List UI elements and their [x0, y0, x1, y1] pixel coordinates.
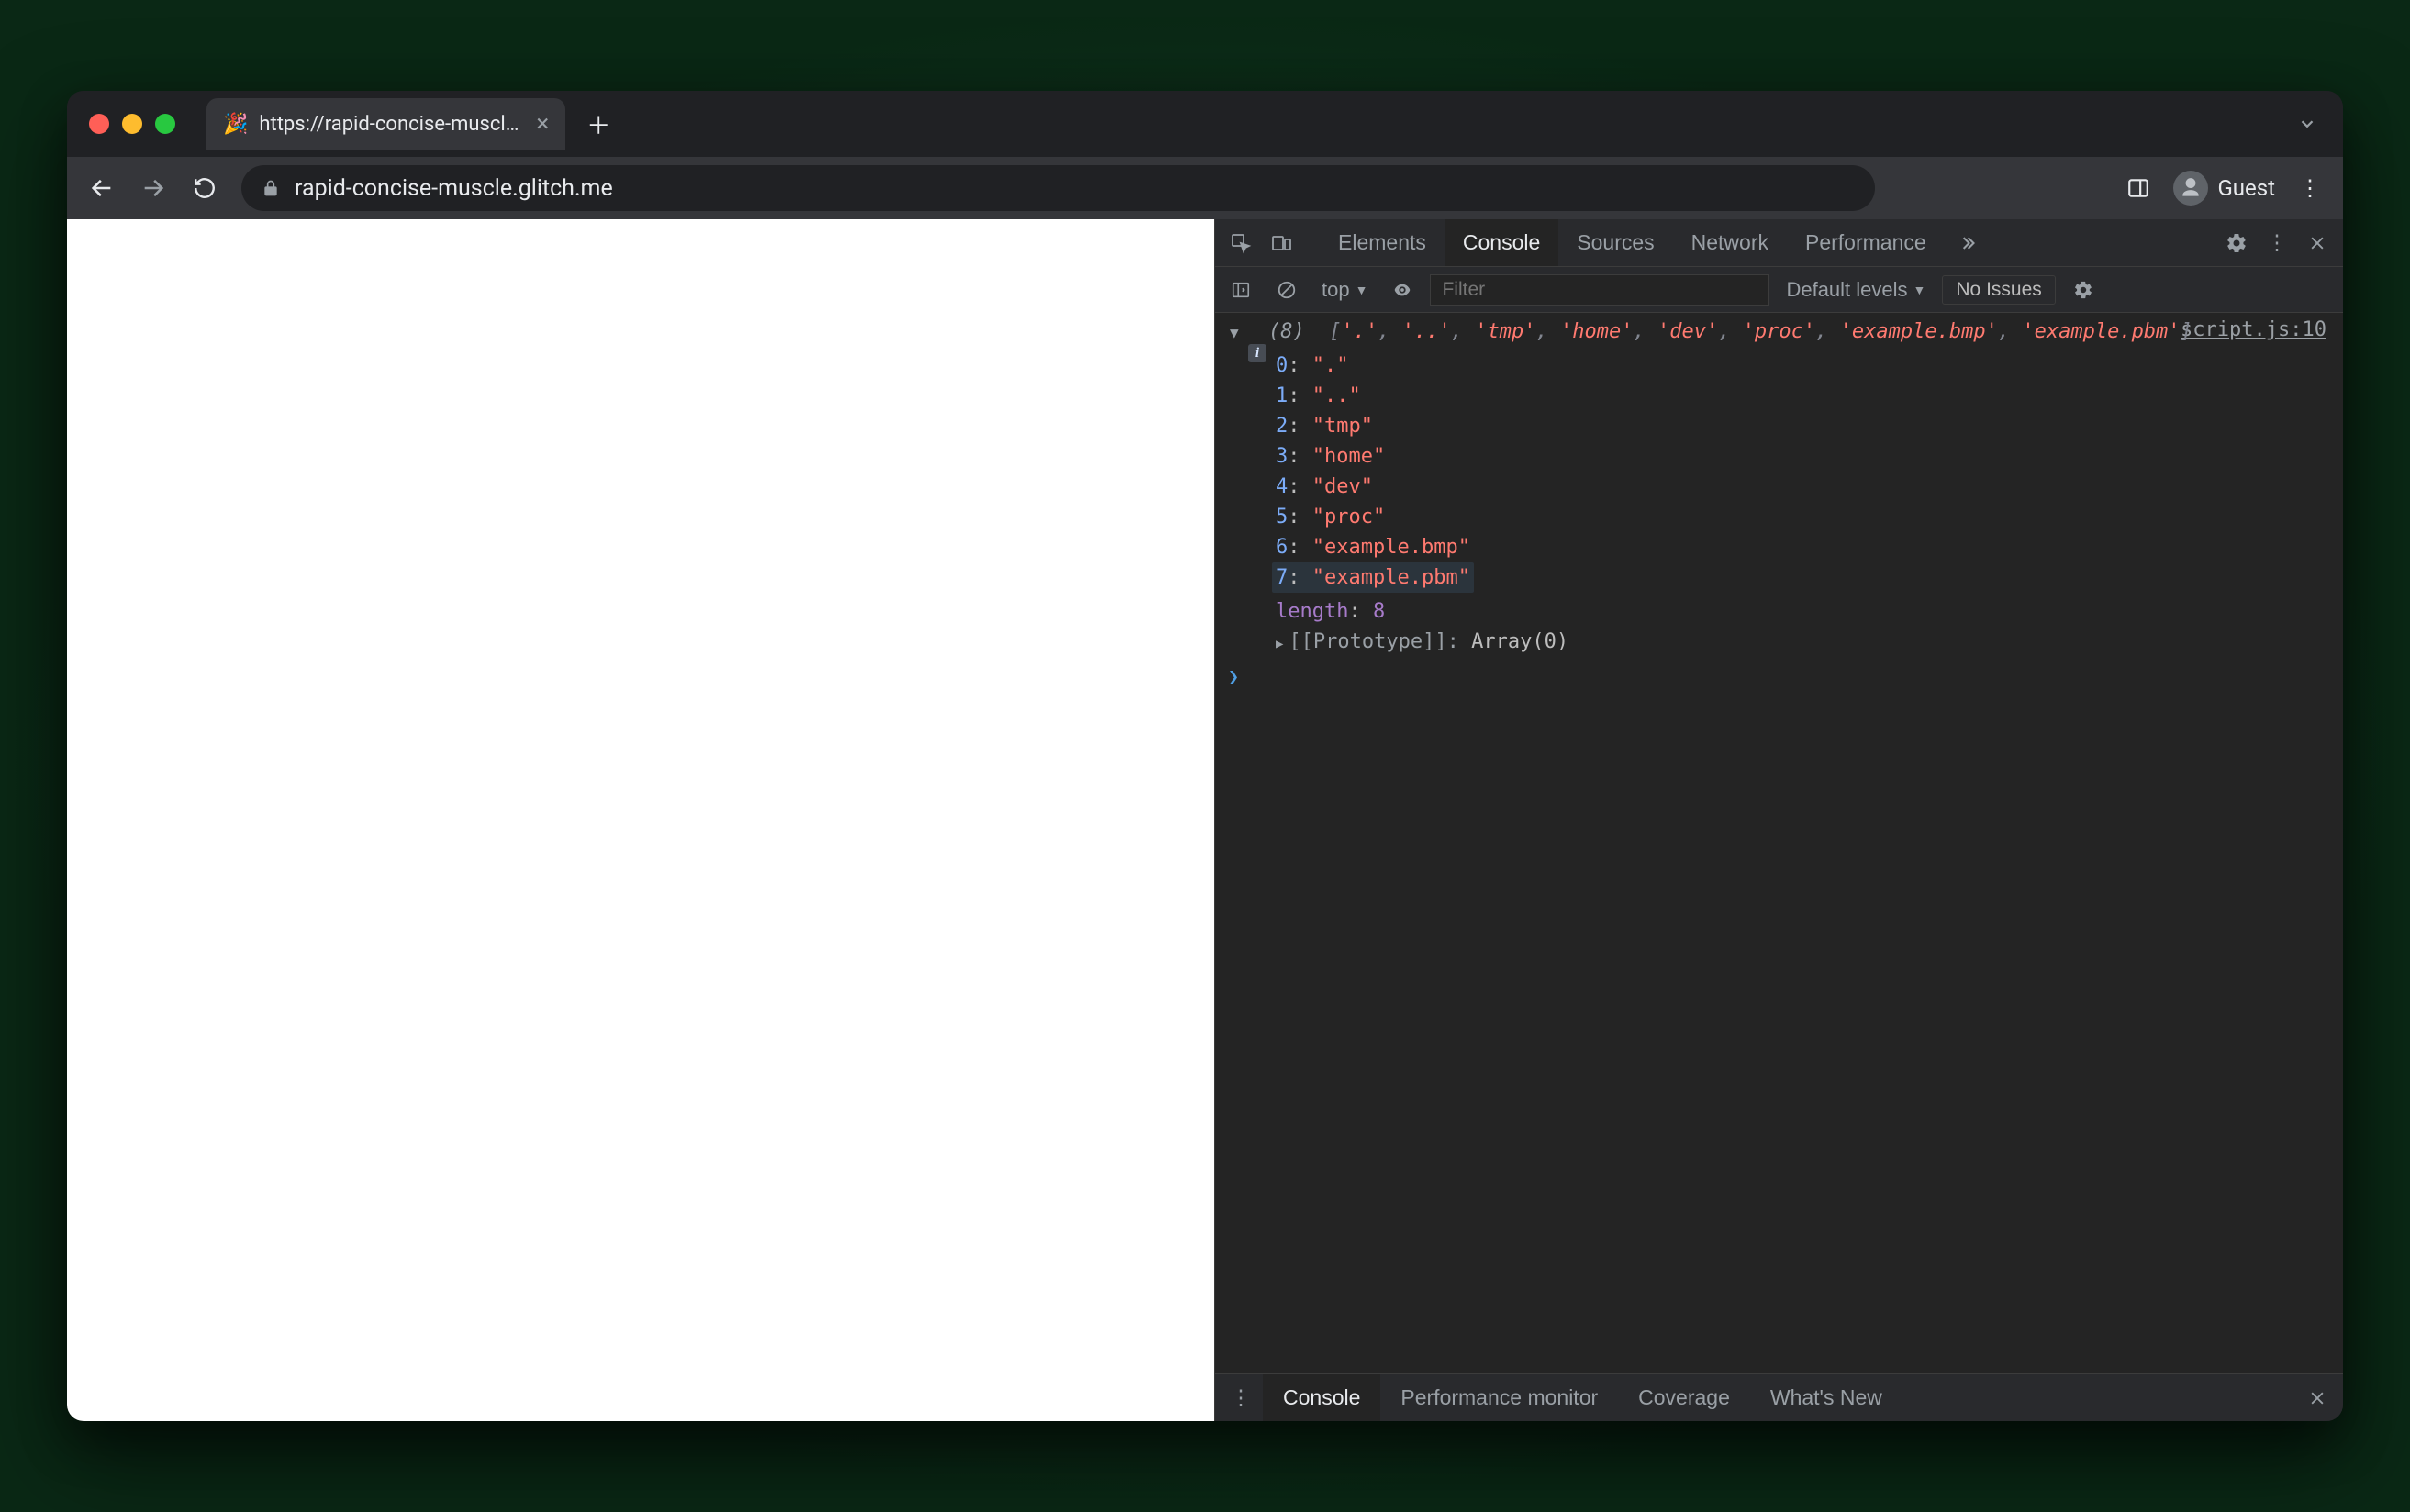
- drawer-tab-coverage[interactable]: Coverage: [1618, 1374, 1750, 1421]
- array-item-row[interactable]: 5: "proc": [1276, 502, 2330, 532]
- console-toolbar: top ▼ Default levels ▼ No Issues: [1215, 267, 2343, 313]
- device-toolbar-button[interactable]: [1263, 225, 1300, 261]
- console-filter-input[interactable]: [1430, 274, 1769, 306]
- console-settings-button[interactable]: [2065, 272, 2102, 308]
- array-preview-item: 'dev': [1657, 320, 1718, 343]
- devtools-tab-performance[interactable]: Performance: [1787, 219, 1945, 266]
- array-preview-item: 'tmp': [1475, 320, 1535, 343]
- devtools-close-button[interactable]: [2299, 225, 2336, 261]
- browser-tab[interactable]: 🎉 https://rapid-concise-muscle.g ×: [206, 98, 565, 150]
- browser-window: 🎉 https://rapid-concise-muscle.g × ＋: [67, 91, 2343, 1421]
- drawer-tab-console[interactable]: Console: [1263, 1374, 1380, 1421]
- array-preview-item: '.': [1342, 320, 1378, 343]
- array-preview-item: '..': [1402, 320, 1451, 343]
- tab-strip: 🎉 https://rapid-concise-muscle.g × ＋: [67, 91, 2343, 157]
- new-tab-button[interactable]: ＋: [578, 104, 619, 144]
- reload-button[interactable]: [183, 166, 227, 210]
- inspect-element-button[interactable]: [1222, 225, 1259, 261]
- devtools-tab-sources[interactable]: Sources: [1558, 219, 1672, 266]
- array-length-property: length: 8: [1276, 596, 2330, 627]
- log-levels-selector[interactable]: Default levels ▼: [1779, 278, 1933, 302]
- array-preview-item: 'home': [1560, 320, 1633, 343]
- profile-label: Guest: [2217, 175, 2275, 201]
- page-viewport[interactable]: [67, 219, 1214, 1421]
- devtools-settings-button[interactable]: [2218, 225, 2255, 261]
- window-traffic-lights: [89, 114, 175, 134]
- array-preview-item: 'proc': [1743, 320, 1815, 343]
- chevron-right-icon[interactable]: ▶: [1276, 635, 1283, 654]
- devtools-panel: ElementsConsoleSourcesNetworkPerformance…: [1214, 219, 2343, 1421]
- console-output[interactable]: script.js:10 ▼ i (8) ['.', '..', 'tmp', …: [1215, 313, 2343, 1373]
- avatar-icon: [2173, 171, 2208, 206]
- devtools-tab-bar: ElementsConsoleSourcesNetworkPerformance…: [1215, 219, 2343, 267]
- array-item-row[interactable]: 0: ".": [1276, 350, 2330, 381]
- browser-toolbar: rapid-concise-muscle.glitch.me Guest ⋮: [67, 157, 2343, 219]
- devtools-tab-console[interactable]: Console: [1445, 219, 1558, 266]
- tab-close-button[interactable]: ×: [536, 112, 549, 136]
- devtools-drawer: ⋮ ConsolePerformance monitorCoverageWhat…: [1215, 1373, 2343, 1421]
- console-log-entry[interactable]: ▼ i (8) ['.', '..', 'tmp', 'home', 'dev'…: [1215, 317, 2343, 657]
- lock-icon: [262, 179, 280, 197]
- minimize-window-button[interactable]: [122, 114, 142, 134]
- array-length-summary: (8): [1268, 320, 1305, 343]
- info-badge-icon: i: [1248, 344, 1266, 362]
- prototype-row[interactable]: ▶[[Prototype]]: Array(0): [1276, 627, 2330, 657]
- array-item-row[interactable]: 6: "example.bmp": [1276, 532, 2330, 562]
- drawer-tab-what's-new[interactable]: What's New: [1750, 1374, 1902, 1421]
- array-item-row[interactable]: 4: "dev": [1276, 472, 2330, 502]
- drawer-tab-performance-monitor[interactable]: Performance monitor: [1380, 1374, 1618, 1421]
- side-panel-button[interactable]: [2118, 168, 2159, 208]
- back-button[interactable]: [80, 166, 124, 210]
- array-item-row[interactable]: 7: "example.pbm": [1276, 562, 2330, 593]
- devtools-tab-network[interactable]: Network: [1673, 219, 1787, 266]
- drawer-close-button[interactable]: [2299, 1380, 2336, 1417]
- issues-button[interactable]: No Issues: [1942, 275, 2055, 305]
- maximize-window-button[interactable]: [155, 114, 175, 134]
- drawer-menu-button[interactable]: ⋮: [1222, 1380, 1259, 1417]
- devtools-tab-elements[interactable]: Elements: [1320, 219, 1445, 266]
- array-item-row[interactable]: 3: "home": [1276, 441, 2330, 472]
- clear-console-button[interactable]: [1268, 272, 1305, 308]
- expand-toggle-icon[interactable]: ▼: [1230, 322, 1239, 344]
- console-sidebar-toggle[interactable]: [1222, 272, 1259, 308]
- execution-context-selector[interactable]: top ▼: [1314, 278, 1375, 302]
- forward-button[interactable]: [131, 166, 175, 210]
- more-tabs-button[interactable]: [1948, 225, 1985, 261]
- tab-favicon: 🎉: [223, 113, 248, 136]
- array-preview-item: 'example.bmp': [1840, 320, 1998, 343]
- array-preview-item: 'example.pbm': [2022, 320, 2180, 343]
- content-area: ElementsConsoleSourcesNetworkPerformance…: [67, 219, 2343, 1421]
- profile-button[interactable]: Guest: [2164, 167, 2284, 209]
- address-bar[interactable]: rapid-concise-muscle.glitch.me: [241, 165, 1875, 211]
- live-expression-button[interactable]: [1384, 272, 1421, 308]
- devtools-menu-button[interactable]: ⋮: [2259, 225, 2295, 261]
- url-text: rapid-concise-muscle.glitch.me: [295, 175, 613, 202]
- tab-title: https://rapid-concise-muscle.g: [259, 113, 525, 136]
- array-item-row[interactable]: 2: "tmp": [1276, 411, 2330, 441]
- close-window-button[interactable]: [89, 114, 109, 134]
- prompt-caret-icon: ❯: [1228, 662, 1239, 690]
- tabs-overflow-button[interactable]: [2297, 114, 2317, 134]
- browser-menu-button[interactable]: ⋮: [2290, 168, 2330, 208]
- array-item-row[interactable]: 1: "..": [1276, 381, 2330, 411]
- console-prompt[interactable]: ❯: [1215, 657, 2343, 695]
